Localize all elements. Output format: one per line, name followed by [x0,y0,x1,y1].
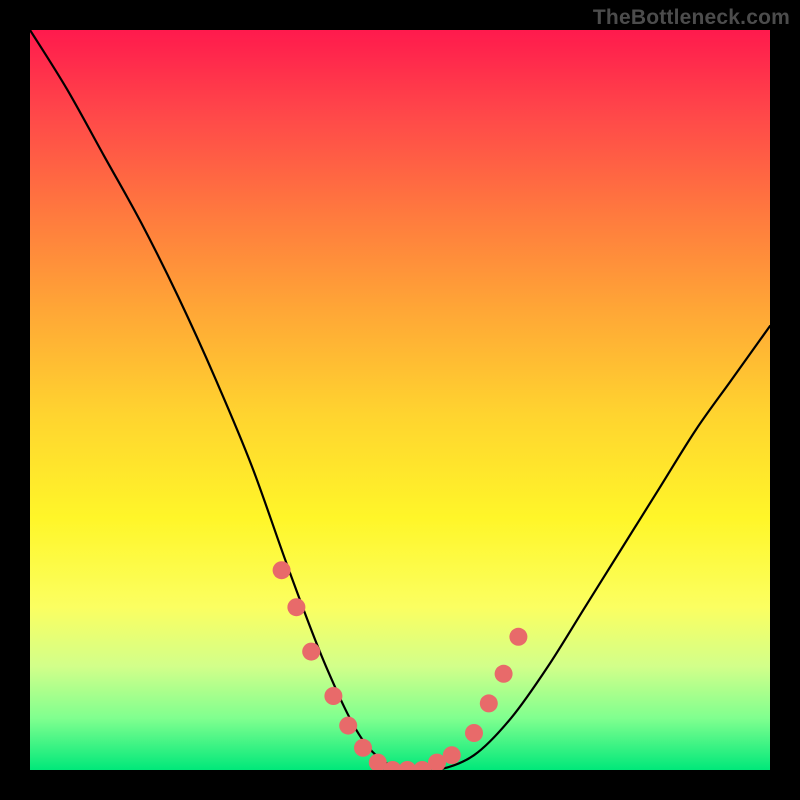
plot-area [30,30,770,770]
highlight-dot [443,746,461,764]
highlight-dot [480,694,498,712]
highlight-dot [339,717,357,735]
highlight-dots [273,561,528,770]
highlight-dot [287,598,305,616]
highlight-dot [324,687,342,705]
highlight-dot [495,665,513,683]
highlight-dot [509,628,527,646]
highlight-dot [302,643,320,661]
highlight-dot [273,561,291,579]
watermark-text: TheBottleneck.com [593,6,790,30]
chart-svg [30,30,770,770]
highlight-dot [354,739,372,757]
chart-frame: TheBottleneck.com [0,0,800,800]
highlight-dot [465,724,483,742]
curve-path [30,30,770,770]
bottleneck-curve [30,30,770,770]
